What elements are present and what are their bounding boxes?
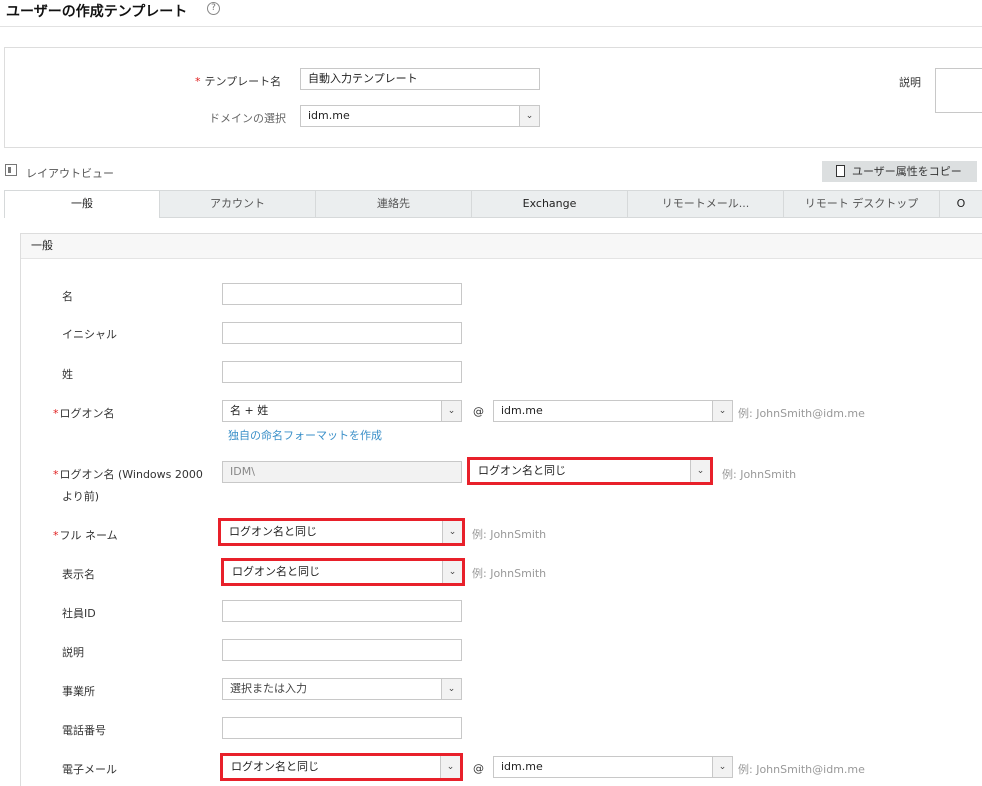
chevron-down-icon: ⌄	[441, 401, 461, 421]
custom-format-link[interactable]: 独自の命名フォーマットを作成	[228, 427, 382, 443]
full-name-select[interactable]: ログオン名と同じ ⌄	[218, 518, 465, 546]
chevron-down-icon: ⌄	[519, 106, 539, 126]
select-value: idm.me	[501, 404, 543, 417]
template-name-input[interactable]: 自動入力テンプレート	[300, 68, 540, 90]
email-select[interactable]: ログオン名と同じ ⌄	[220, 753, 463, 781]
description-label: 説明	[899, 76, 921, 89]
display-name-select[interactable]: ログオン名と同じ ⌄	[221, 558, 465, 586]
label-text: ログオン名 (Windows 2000	[59, 468, 203, 481]
description-textarea[interactable]	[935, 68, 982, 113]
select-value: ログオン名と同じ	[229, 525, 317, 538]
employee-id-label: 社員ID	[62, 607, 96, 620]
initials-label: イニシャル	[62, 328, 117, 341]
tab-remote-desktop[interactable]: リモート デスクトップ	[784, 191, 940, 218]
chevron-down-icon: ⌄	[690, 460, 710, 482]
description-field-label: 説明	[62, 646, 84, 659]
select-value: 名 + 姓	[230, 404, 269, 417]
general-section	[20, 233, 982, 786]
required-mark: *	[53, 529, 59, 542]
description-input[interactable]	[222, 639, 462, 661]
select-value: idm.me	[308, 109, 350, 122]
display-name-example: 例: JohnSmith	[472, 567, 547, 580]
initials-input[interactable]	[222, 322, 462, 344]
phone-input[interactable]	[222, 717, 462, 739]
page-title: ユーザーの作成テンプレート	[6, 4, 188, 20]
full-name-example: 例: JohnSmith	[472, 528, 547, 541]
select-placeholder: 選択または入力	[230, 682, 307, 695]
email-label: 電子メール	[62, 763, 117, 776]
layout-view-label[interactable]: レイアウトビュー	[26, 165, 114, 181]
phone-label: 電話番号	[62, 724, 106, 737]
office-label: 事業所	[62, 685, 95, 698]
chevron-down-icon: ⌄	[712, 757, 732, 777]
tab-bar: 一般 アカウント 連絡先 Exchange リモートメール... リモート デス…	[4, 190, 982, 218]
pre2000-label-line2: より前)	[62, 490, 100, 503]
label-text: フル ネーム	[59, 529, 118, 542]
copy-icon	[836, 165, 845, 177]
required-mark: *	[195, 75, 201, 88]
email-at-sign: @	[473, 762, 484, 775]
select-value: idm.me	[501, 760, 543, 773]
layout-view-icon[interactable]	[5, 164, 17, 176]
at-sign: @	[473, 405, 484, 418]
first-name-input[interactable]	[222, 283, 462, 305]
domain-label: ドメインの選択	[209, 112, 286, 125]
template-name-label: * テンプレート名	[195, 73, 281, 89]
employee-id-input[interactable]	[222, 600, 462, 622]
template-panel	[4, 47, 982, 148]
tab-exchange[interactable]: Exchange	[472, 191, 628, 218]
tab-account[interactable]: アカウント	[160, 191, 316, 218]
chevron-down-icon: ⌄	[712, 401, 732, 421]
button-label: ユーザー属性をコピー	[852, 165, 962, 178]
first-name-label: 名	[62, 290, 73, 303]
section-header: 一般	[21, 234, 982, 259]
chevron-down-icon: ⌄	[441, 679, 461, 699]
select-value: ログオン名と同じ	[232, 565, 320, 578]
chevron-down-icon: ⌄	[442, 521, 462, 543]
label-text: テンプレート名	[204, 75, 282, 88]
display-name-label: 表示名	[62, 568, 95, 581]
office-combobox[interactable]: 選択または入力 ⌄	[222, 678, 462, 700]
tab-contact[interactable]: 連絡先	[316, 191, 472, 218]
last-name-input[interactable]	[222, 361, 462, 383]
logon-example: 例: JohnSmith@idm.me	[738, 407, 865, 420]
divider	[0, 26, 982, 27]
pre2000-domain-prefix: IDM\	[222, 461, 462, 483]
logon-name-label: *ログオン名	[53, 405, 115, 421]
chevron-down-icon: ⌄	[442, 561, 462, 583]
logon-format-select[interactable]: 名 + 姓 ⌄	[222, 400, 462, 422]
pre2000-example: 例: JohnSmith	[722, 468, 797, 481]
copy-user-attributes-button[interactable]: ユーザー属性をコピー	[822, 161, 977, 182]
tab-remote-mail[interactable]: リモートメール...	[628, 191, 784, 218]
label-text: ログオン名	[59, 407, 115, 420]
chevron-down-icon: ⌄	[440, 756, 460, 778]
select-value: ログオン名と同じ	[478, 464, 566, 477]
last-name-label: 姓	[62, 368, 73, 381]
email-domain-select[interactable]: idm.me ⌄	[493, 756, 733, 778]
tab-general[interactable]: 一般	[4, 191, 160, 218]
select-value: ログオン名と同じ	[231, 760, 319, 773]
pre2000-logon-select[interactable]: ログオン名と同じ ⌄	[467, 457, 713, 485]
domain-select[interactable]: idm.me ⌄	[300, 105, 540, 127]
tab-other[interactable]: O	[940, 191, 982, 218]
pre2000-label: *ログオン名 (Windows 2000	[53, 466, 203, 482]
help-icon[interactable]: ?	[207, 2, 220, 15]
required-mark: *	[53, 468, 59, 481]
email-example: 例: JohnSmith@idm.me	[738, 763, 865, 776]
full-name-label: *フル ネーム	[53, 527, 118, 543]
logon-domain-select[interactable]: idm.me ⌄	[493, 400, 733, 422]
required-mark: *	[53, 407, 59, 420]
